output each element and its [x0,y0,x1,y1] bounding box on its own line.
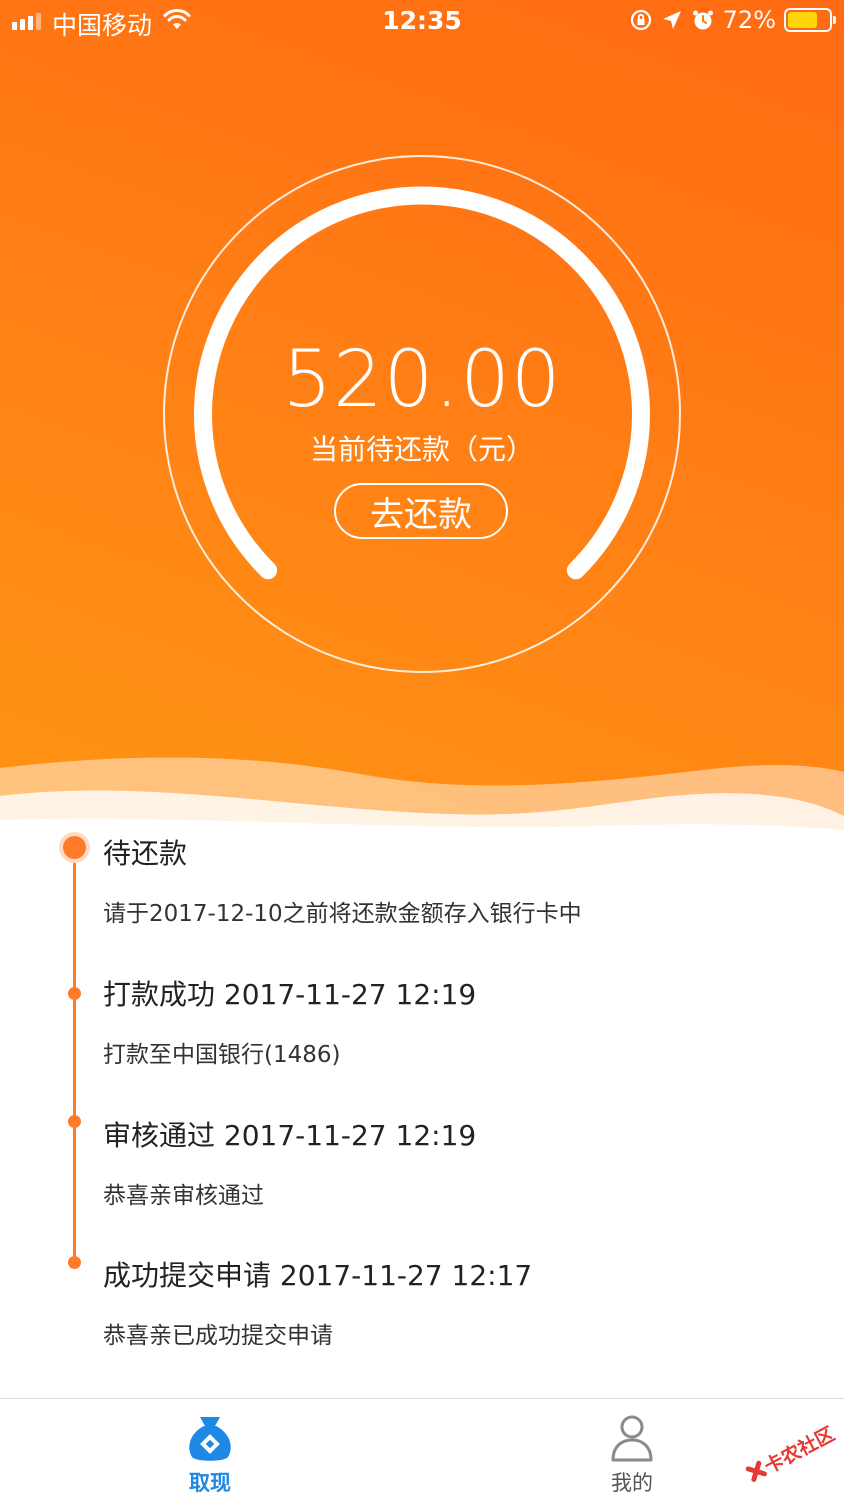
watermark-logo: 卡农社区 [745,1422,838,1482]
timeline-title: 审核通过 2017-11-27 12:19 [103,1119,477,1152]
tab-bar: 取现 我的 [0,1398,844,1500]
timeline-desc: 打款至中国银行(1486) [103,1042,341,1068]
timeline-desc: 恭喜亲审核通过 [103,1183,264,1209]
timeline-dot-active [63,836,86,859]
timeline-dot [68,1256,81,1269]
timeline-desc: 请于2017-12-10之前将还款金额存入银行卡中 [103,901,582,927]
repay-button[interactable]: 去还款 [334,483,508,539]
timeline-dot [68,987,81,1000]
timeline-line [73,848,76,1263]
wave-decoration [0,757,844,830]
tab-withdraw-label: 取现 [189,1471,231,1495]
timeline-title: 成功提交申请 2017-11-27 12:17 [103,1259,533,1292]
timeline-title: 打款成功 2017-11-27 12:19 [103,978,477,1011]
timeline-title: 待还款 [103,837,188,870]
user-profile-icon [611,1415,653,1462]
timeline-desc: 恭喜亲已成功提交申请 [103,1323,333,1349]
money-bag-icon [189,1417,231,1461]
outstanding-amount: 520.00 [282,335,562,425]
tab-mine-label: 我的 [611,1471,653,1495]
tab-mine[interactable]: 我的 [562,1399,702,1500]
outstanding-amount-label: 当前待还款（元） [309,433,534,466]
watermark-text: 卡农社区 [760,1422,838,1478]
timeline-dot [68,1115,81,1128]
hero-header: 中国移动 12:35 72% 520.00 当前待还款（元） 去还款 [0,0,844,830]
tab-withdraw[interactable]: 取现 [140,1399,280,1500]
